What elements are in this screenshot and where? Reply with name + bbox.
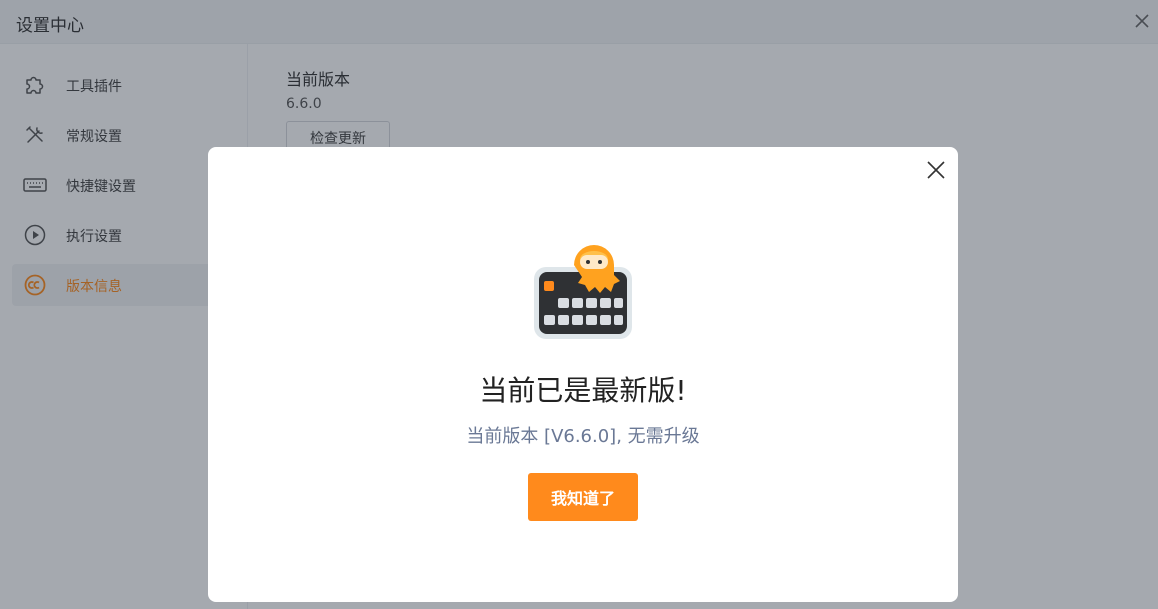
octopus-keyboard-icon [534,245,632,339]
settings-window: 设置中心 工具插件 常规设置 快捷键设置 执行设置 版本信息 当前版本 6.6.… [0,0,1158,609]
dialog-close-icon[interactable] [924,158,948,182]
got-it-button[interactable]: 我知道了 [528,473,638,521]
dialog-subtitle: 当前版本 [V6.6.0], 无需升级 [466,426,700,447]
dialog-title: 当前已是最新版! [479,374,687,407]
update-dialog: 当前已是最新版! 当前版本 [V6.6.0], 无需升级 我知道了 [208,147,958,602]
